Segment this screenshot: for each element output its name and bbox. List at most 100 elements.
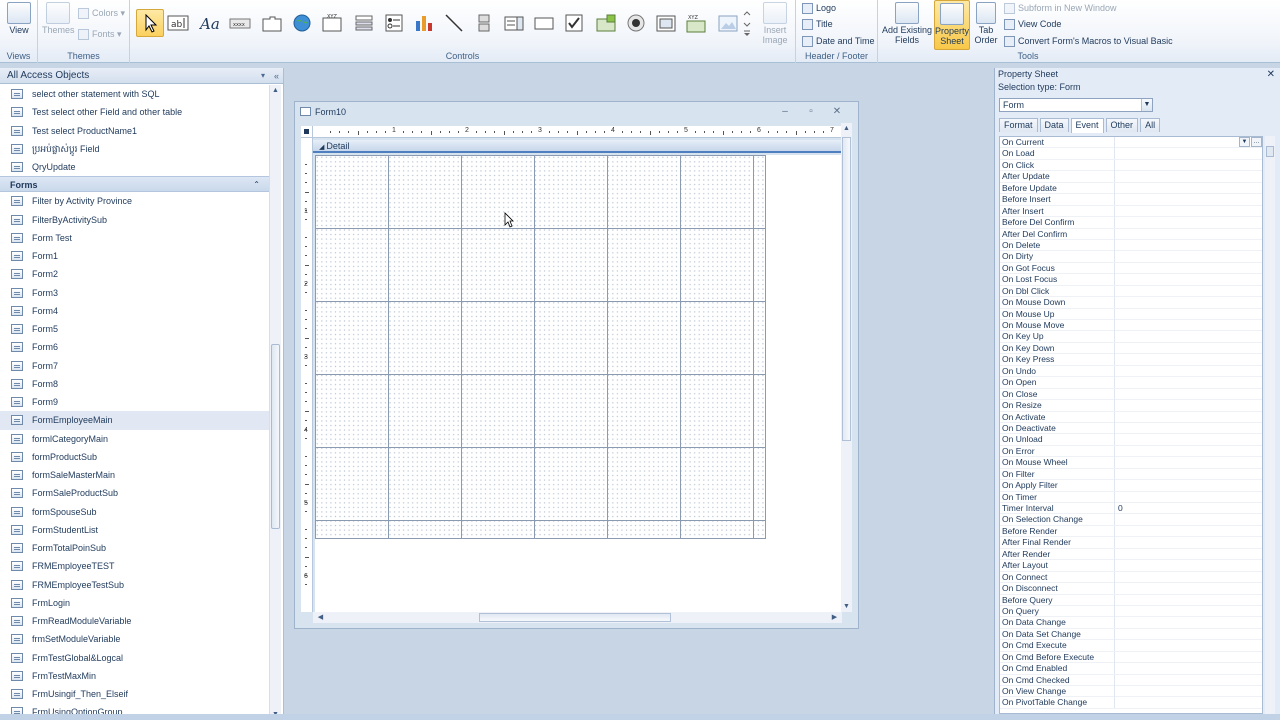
line-tool-button[interactable] bbox=[440, 9, 468, 37]
detail-section-bar[interactable]: ◢ Detail bbox=[313, 140, 842, 153]
property-sheet-button[interactable]: Property Sheet bbox=[934, 0, 970, 50]
chart-tool-button[interactable] bbox=[410, 9, 438, 37]
form-selector[interactable] bbox=[301, 126, 313, 138]
property-row[interactable]: After Update bbox=[1000, 171, 1262, 183]
nav-section-forms[interactable]: Forms ⌃ bbox=[0, 176, 270, 193]
insert-image-button[interactable]: Insert Image bbox=[758, 0, 792, 45]
form-scroll-down-icon[interactable]: ▼ bbox=[841, 603, 852, 610]
tab-all[interactable]: All bbox=[1140, 118, 1161, 132]
horizontal-ruler[interactable]: 1 2 3 4 5 6 7 bbox=[313, 126, 842, 138]
tab-data[interactable]: Data bbox=[1039, 118, 1069, 132]
property-row[interactable]: On Cmd Checked bbox=[1000, 674, 1262, 686]
property-row[interactable]: On Dirty bbox=[1000, 251, 1262, 263]
nav-form-item[interactable]: FormStudentList bbox=[0, 521, 270, 539]
colors-button[interactable]: Colors ▾ bbox=[78, 5, 125, 21]
form-scroll-up-icon[interactable]: ▲ bbox=[841, 125, 852, 132]
nav-form-item[interactable]: Form6 bbox=[0, 338, 270, 356]
property-row[interactable]: Before Del Confirm bbox=[1000, 217, 1262, 229]
view-button[interactable]: View bbox=[4, 0, 34, 35]
property-row[interactable]: On Error bbox=[1000, 445, 1262, 458]
nav-form-item[interactable]: frmSetModuleVariable bbox=[0, 630, 270, 648]
subform-new-window-button[interactable]: Subform in New Window bbox=[1004, 0, 1117, 16]
property-row[interactable]: On Deactivate bbox=[1000, 422, 1262, 435]
property-row[interactable]: On Disconnect bbox=[1000, 583, 1262, 595]
nav-collapse-icon[interactable]: « bbox=[274, 68, 279, 84]
nav-form-item[interactable]: FormTotalPoinSub bbox=[0, 539, 270, 557]
builder-ellipsis-icon[interactable]: … bbox=[1251, 137, 1262, 147]
close-icon[interactable]: ✕ bbox=[828, 102, 846, 122]
form-scroll-left-icon[interactable]: ◀ bbox=[315, 613, 326, 621]
property-row[interactable]: On Delete bbox=[1000, 239, 1262, 252]
nav-dropdown-icon[interactable]: ▾ bbox=[261, 68, 265, 84]
property-row[interactable]: Before Insert bbox=[1000, 194, 1262, 206]
nav-form-item[interactable]: formSaleMasterMain bbox=[0, 466, 270, 484]
title-button[interactable]: Title bbox=[802, 16, 833, 32]
property-row[interactable]: On Filter bbox=[1000, 468, 1262, 481]
nav-scroll-up-icon[interactable]: ▲ bbox=[270, 87, 281, 94]
form-horizontal-scrollbar[interactable]: ◀ ▶ bbox=[313, 612, 842, 623]
nav-form-item[interactable]: FrmTestGlobal&Logcal bbox=[0, 649, 270, 667]
hyperlink-tool-button[interactable] bbox=[288, 9, 316, 37]
navigation-tool-button[interactable] bbox=[350, 9, 378, 37]
fonts-button[interactable]: Fonts ▾ bbox=[78, 26, 122, 42]
property-row[interactable]: After Insert bbox=[1000, 205, 1262, 218]
property-row[interactable]: On Undo bbox=[1000, 365, 1262, 378]
button-tool-button[interactable]: xxxx bbox=[226, 9, 254, 37]
chevron-down-icon[interactable]: ▼ bbox=[1239, 137, 1250, 147]
property-row[interactable]: On Cmd Before Execute bbox=[1000, 651, 1262, 664]
tab-other[interactable]: Other bbox=[1105, 118, 1139, 132]
property-row[interactable]: On Lost Focus bbox=[1000, 274, 1262, 286]
nav-scrollbar[interactable]: ▲ ▼ bbox=[269, 85, 281, 720]
tab-control-tool-button[interactable] bbox=[258, 9, 286, 37]
check-box-tool-button[interactable] bbox=[560, 9, 588, 37]
property-row[interactable]: On Key Down bbox=[1000, 342, 1262, 355]
property-row[interactable]: Before Render bbox=[1000, 525, 1262, 538]
nav-form-item[interactable]: formSpouseSub bbox=[0, 503, 270, 521]
bound-object-tool-button[interactable]: XYZ bbox=[682, 9, 710, 37]
nav-form-item[interactable]: FrmLogin bbox=[0, 594, 270, 612]
rectangle-tool-button[interactable] bbox=[530, 9, 558, 37]
property-row[interactable]: On Data Change bbox=[1000, 617, 1262, 629]
form-window-titlebar[interactable]: Form10 – ▫ ✕ bbox=[295, 102, 858, 122]
nav-form-item[interactable]: FrmUsingif_Then_Elseif bbox=[0, 685, 270, 703]
web-browser-tool-button[interactable]: XYZ bbox=[318, 9, 346, 37]
property-row[interactable]: On Load bbox=[1000, 148, 1262, 160]
property-row[interactable]: On Resize bbox=[1000, 400, 1262, 412]
page-break-tool-button[interactable] bbox=[470, 9, 498, 37]
nav-form-item[interactable]: formProductSub bbox=[0, 448, 270, 466]
nav-form-item[interactable]: Form5 bbox=[0, 320, 270, 338]
property-value[interactable]: 0 bbox=[1118, 503, 1262, 514]
property-row[interactable]: On Cmd Execute bbox=[1000, 640, 1262, 652]
chevron-down-icon[interactable]: ▼ bbox=[1141, 99, 1152, 111]
property-row[interactable]: On Mouse Wheel bbox=[1000, 457, 1262, 469]
nav-form-item[interactable]: Form Test bbox=[0, 229, 270, 247]
nav-form-item[interactable]: Form4 bbox=[0, 302, 270, 320]
property-row[interactable]: On Query bbox=[1000, 605, 1262, 618]
property-row[interactable]: On Key Up bbox=[1000, 331, 1262, 343]
nav-form-item[interactable]: Form8 bbox=[0, 375, 270, 393]
collapse-section-icon[interactable]: ⌃ bbox=[253, 177, 260, 193]
nav-form-item[interactable]: Form1 bbox=[0, 247, 270, 265]
tab-order-button[interactable]: Tab Order bbox=[972, 0, 1000, 45]
property-row[interactable]: On Selection Change bbox=[1000, 514, 1262, 526]
themes-button[interactable]: Themes bbox=[42, 0, 75, 35]
vertical-ruler[interactable]: 1 2 3 4 5 6 bbox=[301, 138, 313, 612]
property-row[interactable]: On Got Focus bbox=[1000, 262, 1262, 275]
property-row[interactable]: After Render bbox=[1000, 548, 1262, 561]
property-row[interactable]: On View Change bbox=[1000, 686, 1262, 698]
form-vscroll-thumb[interactable] bbox=[842, 137, 851, 441]
property-row[interactable]: Before Query bbox=[1000, 594, 1262, 606]
nav-form-item[interactable]: Form3 bbox=[0, 284, 270, 302]
nav-form-item[interactable]: formlCategoryMain bbox=[0, 430, 270, 448]
option-group-tool-button[interactable] bbox=[380, 9, 408, 37]
nav-form-item[interactable]: Form9 bbox=[0, 393, 270, 411]
property-row[interactable]: On Data Set Change bbox=[1000, 628, 1262, 641]
textbox-tool-button[interactable]: ab bbox=[164, 9, 192, 37]
nav-query-item[interactable]: Test select other Field and other table bbox=[0, 103, 270, 121]
nav-query-item[interactable]: QryUpdate bbox=[0, 158, 270, 176]
minimize-icon[interactable]: – bbox=[776, 102, 794, 122]
property-row[interactable]: On Open bbox=[1000, 377, 1262, 389]
property-row[interactable]: On Current ▼… bbox=[1000, 137, 1262, 149]
tab-format[interactable]: Format bbox=[999, 118, 1038, 132]
form-hscroll-thumb[interactable] bbox=[479, 613, 671, 622]
